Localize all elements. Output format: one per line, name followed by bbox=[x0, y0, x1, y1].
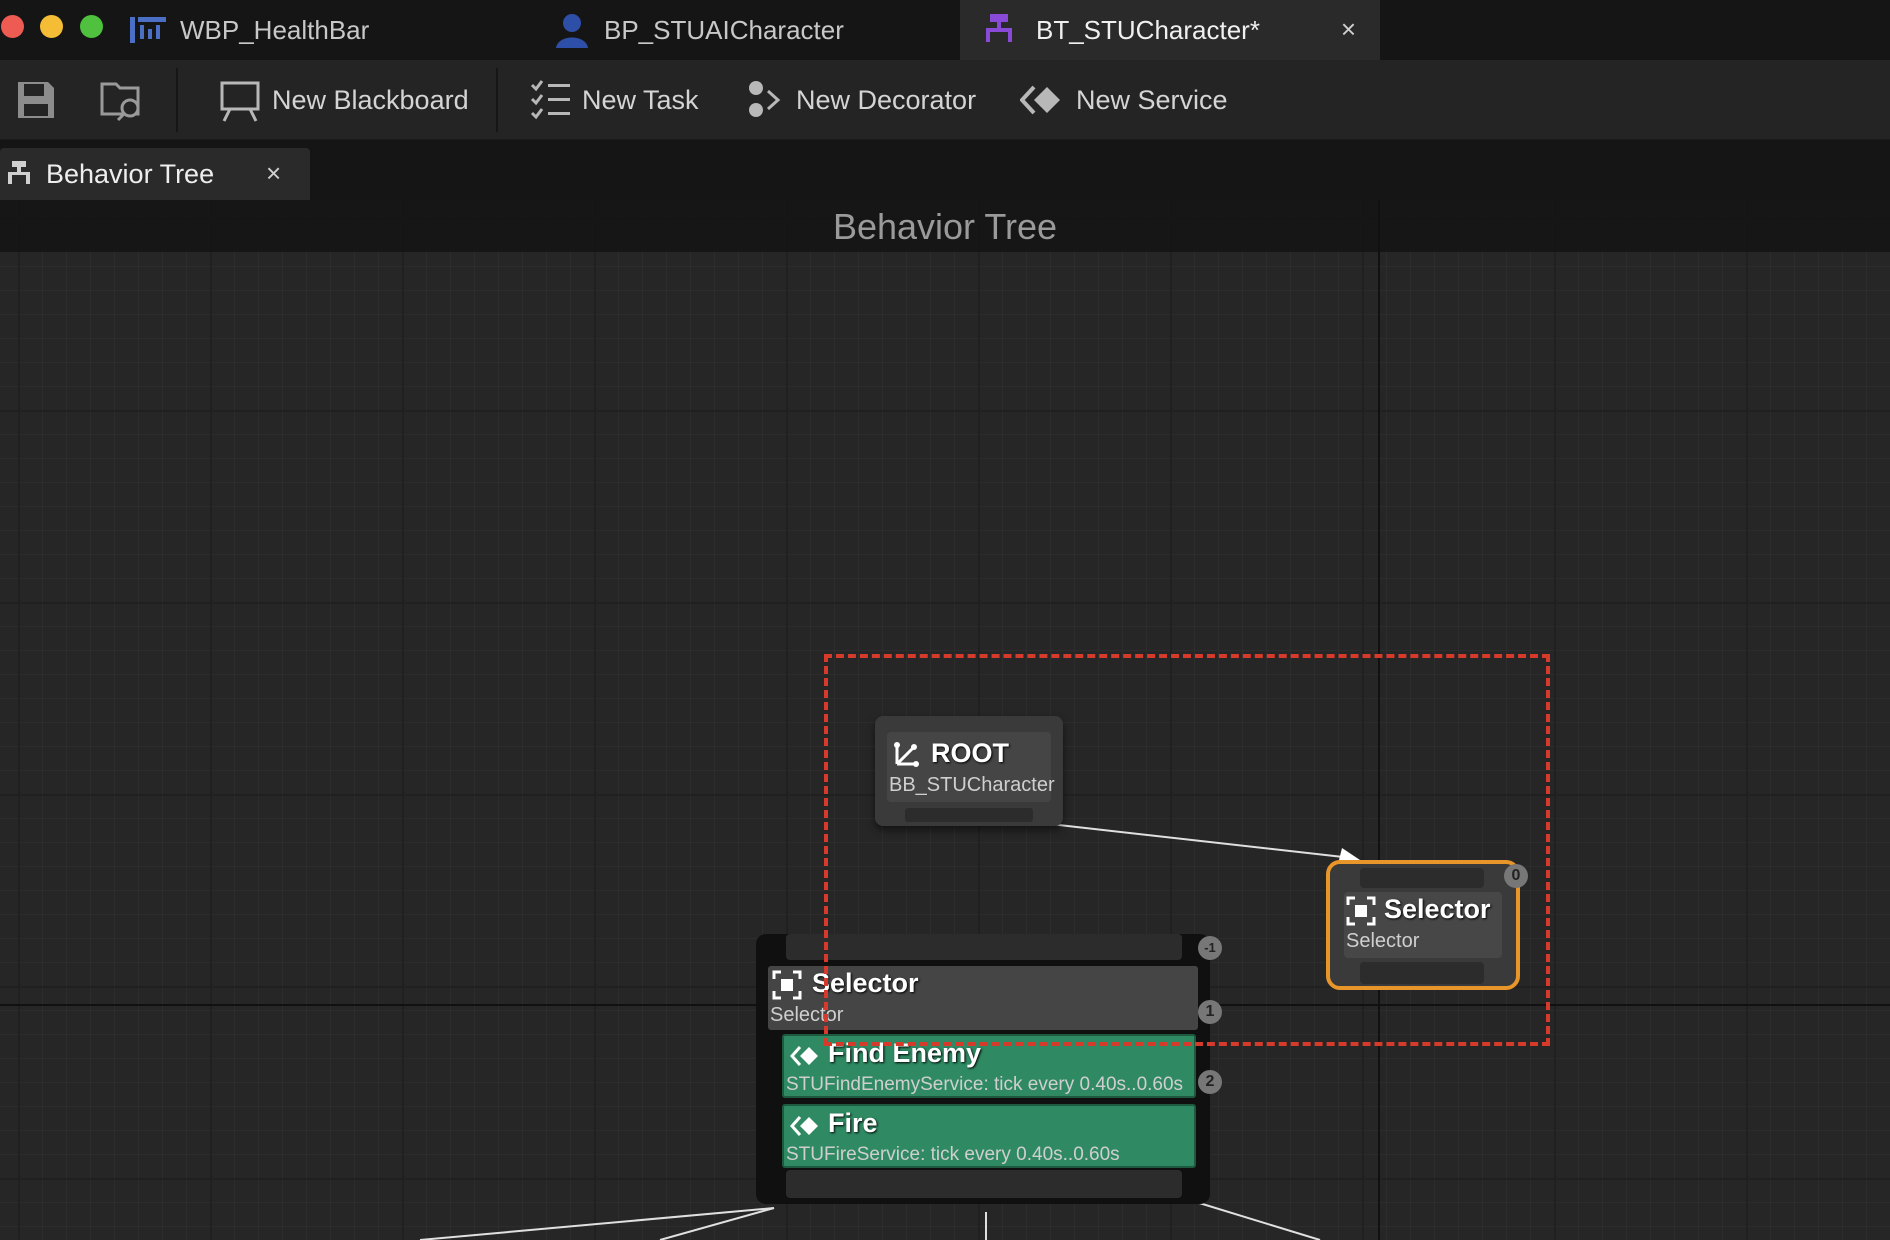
panel-tab-label: Behavior Tree bbox=[46, 159, 215, 189]
service-fire[interactable]: Fire STUFireService: tick every 0.40s..0… bbox=[782, 1104, 1196, 1168]
selector-subtitle: Selector bbox=[1346, 930, 1420, 952]
new-task-label: New Task bbox=[582, 84, 699, 115]
tab-label: BT_STUCharacter* bbox=[1036, 14, 1260, 45]
tab-label: WBP_HealthBar bbox=[180, 14, 370, 45]
widget-blueprint-icon bbox=[130, 17, 166, 43]
new-blackboard-label: New Blackboard bbox=[272, 84, 469, 115]
character-icon bbox=[556, 14, 588, 48]
save-button[interactable] bbox=[14, 60, 74, 140]
selector-input-pin[interactable] bbox=[786, 934, 1182, 960]
execution-index-badge: 1 bbox=[1198, 1000, 1222, 1024]
selector-output-pin[interactable] bbox=[786, 1170, 1182, 1198]
service-title: Find Enemy bbox=[828, 1038, 982, 1068]
blackboard-icon bbox=[220, 81, 260, 122]
selector-output-pin[interactable] bbox=[1360, 962, 1484, 984]
new-service-label: New Service bbox=[1076, 84, 1228, 115]
task-list-icon bbox=[530, 80, 570, 120]
service-icon bbox=[1020, 85, 1060, 115]
new-blackboard-button[interactable]: New Blackboard bbox=[218, 60, 469, 140]
selector-title: Selector bbox=[812, 968, 919, 998]
service-description: STUFindEnemyService: tick every 0.40s..0… bbox=[786, 1074, 1184, 1095]
browse-icon bbox=[100, 82, 140, 122]
selector-node[interactable]: Selector Selector Find Enemy STUFindEnem… bbox=[756, 934, 1210, 1204]
selector-subtitle: Selector bbox=[770, 1004, 844, 1026]
selector-node-selected[interactable]: Selector Selector bbox=[1326, 860, 1520, 990]
minimize-window-button[interactable] bbox=[40, 15, 63, 38]
service-icon bbox=[790, 1116, 818, 1136]
close-panel-tab-button[interactable]: × bbox=[266, 158, 281, 189]
selector-node-header: Selector Selector bbox=[768, 966, 1198, 1030]
service-description: STUFireService: tick every 0.40s..0.60s bbox=[786, 1144, 1120, 1165]
tab-wbp-healthbar[interactable]: WBP_HealthBar bbox=[120, 0, 540, 60]
new-service-button[interactable]: New Service bbox=[1020, 60, 1228, 140]
root-icon bbox=[894, 742, 919, 767]
selector-icon bbox=[772, 970, 802, 1000]
toolbar: New Blackboard New Task New Decorator Ne… bbox=[0, 60, 1890, 140]
new-decorator-label: New Decorator bbox=[796, 84, 977, 115]
maximize-window-button[interactable] bbox=[80, 15, 103, 38]
execution-index-badge: -1 bbox=[1198, 936, 1222, 960]
selector-title: Selector bbox=[1384, 894, 1491, 924]
save-icon bbox=[18, 82, 54, 118]
behavior-tree-icon bbox=[8, 161, 30, 184]
graph-canvas[interactable]: Behavior Tree ROOT BB_STUCharacter Selec… bbox=[0, 200, 1890, 1240]
close-window-button[interactable] bbox=[1, 15, 24, 38]
toolbar-separator bbox=[496, 68, 498, 132]
title-bar: WBP_HealthBar BP_STUAICharacter BT_STUCh… bbox=[0, 0, 1890, 60]
close-tab-button[interactable]: × bbox=[1341, 14, 1356, 45]
browse-button[interactable] bbox=[98, 60, 158, 140]
service-icon bbox=[790, 1046, 818, 1066]
tab-label: BP_STUAICharacter bbox=[604, 14, 844, 45]
panel-tab-bar: Behavior Tree × bbox=[0, 140, 1890, 200]
root-node[interactable]: ROOT BB_STUCharacter bbox=[875, 716, 1063, 826]
service-title: Fire bbox=[828, 1108, 878, 1138]
decorator-icon bbox=[749, 81, 781, 117]
selector-icon bbox=[1346, 896, 1376, 926]
root-title: ROOT bbox=[931, 738, 1009, 768]
execution-index-badge: 0 bbox=[1504, 864, 1528, 888]
new-task-button[interactable]: New Task bbox=[530, 60, 699, 140]
tab-bt-stucharacter[interactable]: BT_STUCharacter* × bbox=[960, 0, 1380, 60]
new-decorator-button[interactable]: New Decorator bbox=[746, 60, 976, 140]
root-node-body: ROOT BB_STUCharacter bbox=[887, 732, 1055, 802]
toolbar-separator bbox=[176, 68, 178, 132]
service-find-enemy[interactable]: Find Enemy STUFindEnemyService: tick eve… bbox=[782, 1034, 1196, 1098]
selector-input-pin[interactable] bbox=[1360, 868, 1484, 888]
root-output-pin[interactable] bbox=[905, 808, 1033, 822]
behavior-tree-icon bbox=[986, 14, 1012, 42]
execution-index-badge: 2 bbox=[1198, 1070, 1222, 1094]
tab-behavior-tree-panel[interactable]: Behavior Tree × bbox=[0, 148, 310, 200]
selector-node-body: Selector Selector bbox=[1344, 892, 1502, 958]
root-blackboard: BB_STUCharacter bbox=[889, 774, 1055, 796]
tab-bp-stuaicharacter[interactable]: BP_STUAICharacter bbox=[546, 0, 960, 60]
